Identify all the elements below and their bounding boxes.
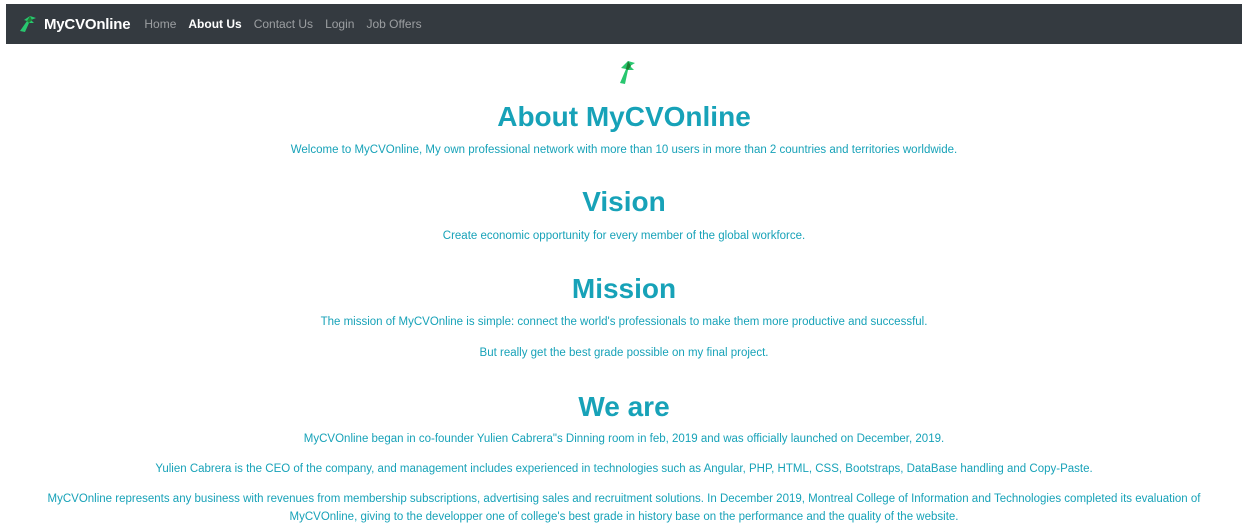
we-are-title: We are: [578, 391, 670, 422]
about-title: About MyCVOnline: [497, 101, 751, 132]
we-are-text-3-line-2: MyCVOnline, giving to the developper one…: [289, 511, 959, 523]
mission-text-1: The mission of MyCVOnline is simple: con…: [320, 316, 928, 328]
vision-text: Create economic opportunity for every me…: [442, 230, 806, 242]
vision-title: Vision: [582, 186, 666, 217]
brand-name: MyCVOnline: [44, 15, 131, 33]
mission-text-2: But really get the best grade possible o…: [479, 347, 769, 359]
we-are-text-2: Yulien Cabrera is the CEO of the company…: [155, 463, 1093, 475]
nav-link-home[interactable]: Home: [144, 17, 182, 31]
nav-link-contact-us[interactable]: Contact Us: [254, 17, 319, 31]
nav-link-about-us[interactable]: About Us: [188, 17, 247, 31]
nav-link-job-offers[interactable]: Job Offers: [366, 17, 427, 31]
nav-links: Home About Us Contact Us Login Job Offer…: [144, 17, 433, 31]
page-logo-icon: [617, 59, 637, 85]
nav-link-login[interactable]: Login: [325, 17, 360, 31]
brand-logo-icon: [20, 16, 36, 32]
navbar: MyCVOnline Home About Us Contact Us Logi…: [6, 4, 1242, 44]
brand-link[interactable]: MyCVOnline: [18, 15, 131, 33]
mission-title: Mission: [571, 273, 677, 304]
about-text: Welcome to MyCVOnline, My own profession…: [290, 144, 958, 156]
we-are-text-1: MyCVOnline began in co-founder Yulien Ca…: [303, 433, 945, 445]
we-are-text-3-line-1: MyCVOnline represents any business with …: [47, 493, 1201, 505]
